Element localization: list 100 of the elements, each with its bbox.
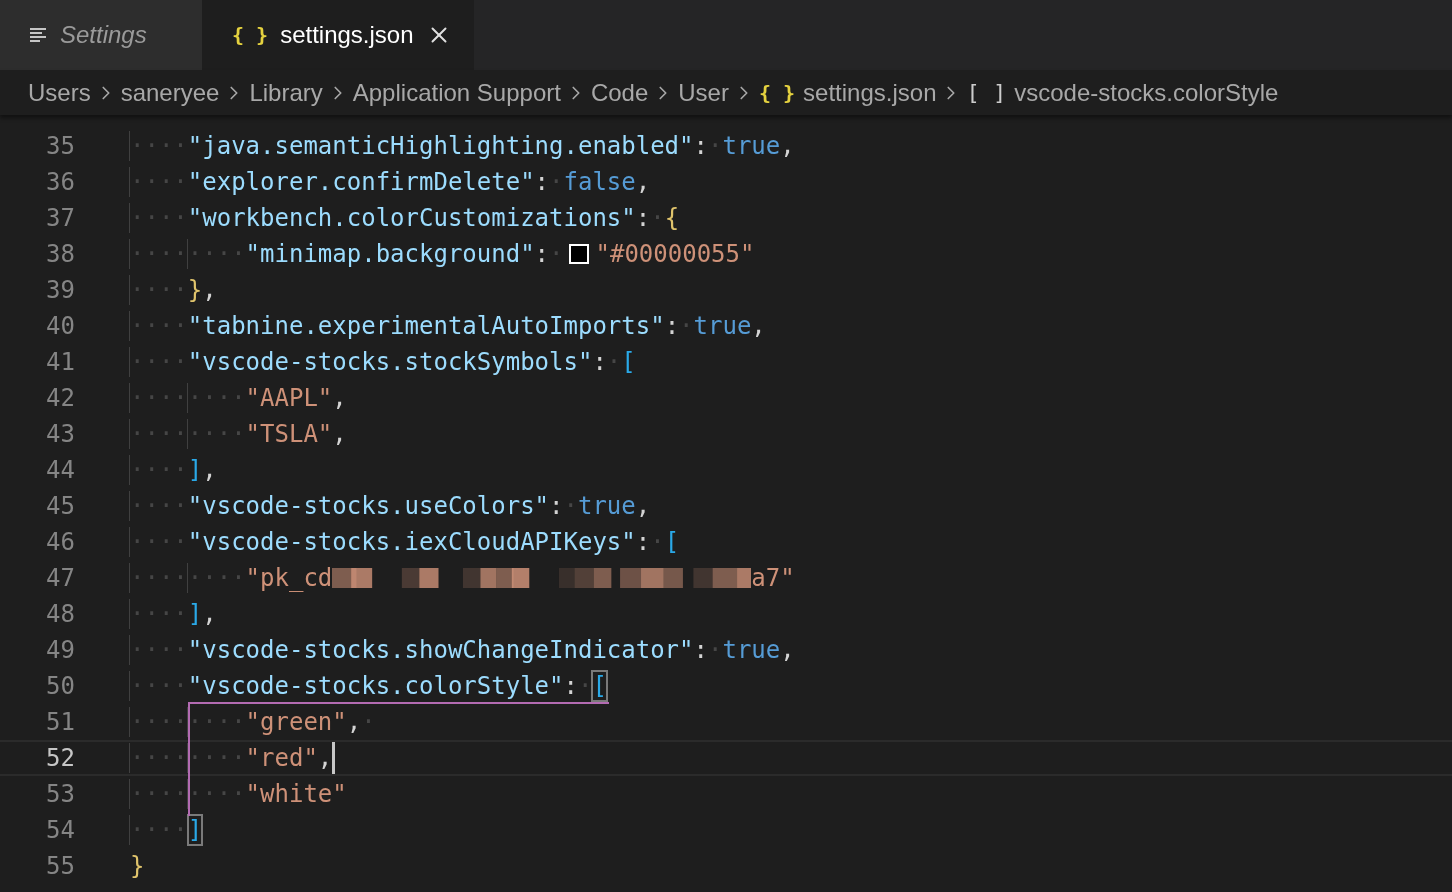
line-number: 40 xyxy=(45,312,75,340)
punctuation: : xyxy=(563,671,578,701)
bracket: [ xyxy=(621,347,636,377)
whitespace-marker: · xyxy=(650,527,665,557)
line-number: 50 xyxy=(45,672,75,700)
braces-icon: { } xyxy=(232,23,269,47)
punctuation: : xyxy=(592,347,607,377)
punctuation: , xyxy=(635,491,651,521)
whitespace-marker: · xyxy=(650,203,665,233)
json-key: "workbench.colorCustomizations" xyxy=(187,203,636,233)
whitespace-marker: · xyxy=(549,167,564,197)
line-number: 41 xyxy=(45,348,75,376)
punctuation: , xyxy=(346,707,362,737)
breadcrumb-item[interactable]: { } settings.json xyxy=(758,78,937,107)
punctuation: : xyxy=(534,167,550,197)
braces-icon: { } xyxy=(758,80,796,105)
boolean-value: false xyxy=(563,167,636,197)
json-key: "vscode-stocks.colorStyle" xyxy=(187,671,564,701)
punctuation: , xyxy=(202,599,217,629)
editor-tab[interactable]: { } settings.json xyxy=(202,0,474,70)
string-value: "pk_cd xyxy=(245,563,333,593)
breadcrumb-item[interactable]: Users xyxy=(28,78,91,107)
punctuation: , xyxy=(202,455,217,485)
json-key: "tabnine.experimentalAutoImports" xyxy=(187,311,665,341)
punctuation: , xyxy=(332,419,347,449)
line-number: 48 xyxy=(45,600,75,628)
punctuation: , xyxy=(635,167,651,197)
line-number: 49 xyxy=(45,636,75,664)
list-icon xyxy=(30,27,48,43)
line-number: 47 xyxy=(45,564,75,592)
string-value: "AAPL" xyxy=(245,383,333,413)
json-key: "vscode-stocks.stockSymbols" xyxy=(187,347,593,377)
breadcrumb-label: settings.json xyxy=(803,78,937,107)
breadcrumb-item[interactable]: Code xyxy=(590,78,649,107)
json-key: "vscode-stocks.useColors" xyxy=(187,491,550,521)
punctuation: , xyxy=(317,743,333,773)
line-number: 35 xyxy=(45,132,75,160)
punctuation: : xyxy=(693,131,708,161)
boolean-value: true xyxy=(577,491,636,521)
whitespace-marker: · xyxy=(679,311,694,341)
whitespace-marker: · xyxy=(563,491,578,521)
brackets-icon: [ ] xyxy=(966,80,1007,105)
punctuation: : xyxy=(549,491,564,521)
punctuation: , xyxy=(780,635,795,665)
line-number: 53 xyxy=(45,780,75,808)
bracket: [ xyxy=(592,671,607,701)
breadcrumb-item[interactable]: User xyxy=(678,78,729,107)
breadcrumb-item[interactable]: Library xyxy=(249,78,323,107)
whitespace-marker: · xyxy=(606,347,622,377)
line-number: 37 xyxy=(45,204,75,232)
bracket: ] xyxy=(187,599,203,629)
line-number: 54 xyxy=(45,816,75,844)
json-key: "vscode-stocks.showChangeIndicator" xyxy=(187,635,694,665)
breadcrumb-label: vscode-stocks.colorStyle xyxy=(1014,78,1279,107)
boolean-value: true xyxy=(693,311,752,341)
color-swatch[interactable] xyxy=(569,244,590,264)
json-key: "explorer.confirmDelete" xyxy=(187,167,535,197)
line-number: 55 xyxy=(45,852,75,880)
line-number: 46 xyxy=(45,528,75,556)
bracket: } xyxy=(130,851,145,881)
string-value: "TSLA" xyxy=(245,419,333,449)
line-number: 38 xyxy=(45,240,75,268)
boolean-value: true xyxy=(722,131,781,161)
whitespace-marker: · xyxy=(577,671,593,701)
string-value: "#00000055" xyxy=(595,239,755,269)
line-number: 52 xyxy=(45,744,75,772)
bracket: } xyxy=(187,275,203,305)
editor-tab[interactable]: Settings xyxy=(0,0,202,70)
string-value: "green" xyxy=(245,707,347,737)
punctuation: , xyxy=(751,311,766,341)
line-number: 43 xyxy=(45,420,75,448)
breadcrumb-item[interactable]: Application Support xyxy=(352,78,561,107)
punctuation: : xyxy=(664,311,680,341)
punctuation: , xyxy=(332,383,347,413)
string-value: a7" xyxy=(751,563,795,593)
line-number: 36 xyxy=(45,168,75,196)
punctuation: : xyxy=(693,635,708,665)
punctuation: , xyxy=(780,131,795,161)
punctuation: , xyxy=(202,275,217,305)
string-value: "white" xyxy=(245,779,347,809)
punctuation: : xyxy=(534,239,550,269)
bracket: { xyxy=(664,203,680,233)
bracket: ] xyxy=(187,455,203,485)
bracket: [ xyxy=(664,527,680,557)
json-key: "java.semanticHighlighting.enabled" xyxy=(187,131,694,161)
breadcrumb-item[interactable]: [ ] vscode-stocks.colorStyle xyxy=(966,78,1279,107)
line-number: 44 xyxy=(45,456,75,484)
bracket: ] xyxy=(187,815,203,845)
breadcrumb-item[interactable]: saneryee xyxy=(120,78,220,107)
whitespace-marker: · xyxy=(361,707,376,737)
whitespace-marker: · xyxy=(549,239,564,269)
boolean-value: true xyxy=(722,635,781,665)
string-value: "red" xyxy=(245,743,318,773)
text-cursor xyxy=(332,742,336,774)
punctuation: : xyxy=(635,527,651,557)
line-number: 45 xyxy=(45,492,75,520)
json-key: "minimap.background" xyxy=(245,239,535,269)
whitespace-marker: · xyxy=(708,635,723,665)
json-key: "vscode-stocks.iexCloudAPIKeys" xyxy=(187,527,636,557)
line-number: 39 xyxy=(45,276,75,304)
